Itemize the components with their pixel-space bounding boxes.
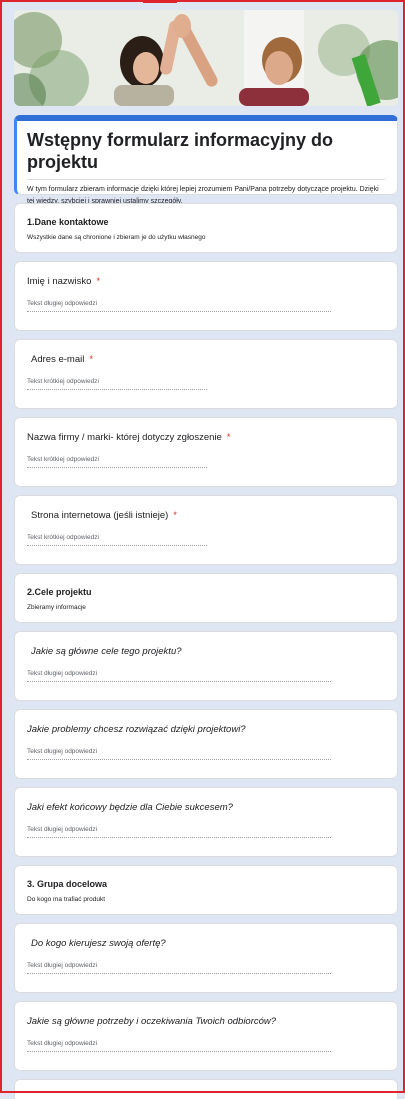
long-answer-field[interactable]: Tekst długiej odpowiedzi <box>27 961 331 974</box>
long-answer-field[interactable]: Tekst długiej odpowiedzi <box>27 747 331 760</box>
question-card-audience-needs: Jakie są główne potrzeby i oczekiwania T… <box>14 1001 398 1071</box>
question-label: Do kogo kierujesz swoją ofertę? <box>31 938 166 949</box>
required-asterisk: * <box>89 354 94 365</box>
section-title: 3. Grupa docelowa <box>27 879 108 889</box>
question-label: Nazwa firmy / marki- której dotyczy zgło… <box>27 431 385 445</box>
question-text: Strona internetowa (jeśli istnieje) <box>31 510 169 521</box>
long-answer-field[interactable]: Tekst długiej odpowiedzi <box>27 299 331 312</box>
question-label: Jaki efekt końcowy będzie dla Ciebie suk… <box>27 802 233 813</box>
required-asterisk: * <box>226 432 231 443</box>
question-label: Adres e-mail * <box>27 353 385 367</box>
section-header-goals: 2.Cele projektu Zbieramy informacje <box>14 573 398 623</box>
required-asterisk: * <box>96 276 101 287</box>
question-card-email: Adres e-mail * Tekst krótkiej odpowiedzi <box>14 339 398 409</box>
question-card-website: Strona internetowa (jeśli istnieje) * Tek… <box>14 495 398 565</box>
required-asterisk: * <box>173 510 177 521</box>
section-header-audience: 3. Grupa docelowa Do kogo ma trafiać pro… <box>14 865 398 915</box>
short-answer-field[interactable]: Tekst krótkiej odpowiedzi <box>27 533 207 546</box>
question-label: Strona internetowa (jeśli istnieje) * <box>27 509 385 523</box>
question-card-problems: Jakie problemy chcesz rozwiązać dzięki p… <box>14 709 398 779</box>
section-header-contact: 1.Dane kontaktowe Wszystkie dane są chro… <box>14 203 398 253</box>
question-text: Nazwa firmy / marki- której dotyczy zgło… <box>27 432 222 443</box>
question-text: Adres e-mail <box>31 354 85 365</box>
question-label: Jakie problemy chcesz rozwiązać dzięki p… <box>27 724 246 735</box>
form-title-card: Wstępny formularz informacyjny do projek… <box>14 115 398 213</box>
form-container: Wstępny formularz informacyjny do projek… <box>14 10 398 1099</box>
long-answer-field[interactable]: Tekst długiej odpowiedzi <box>27 669 331 682</box>
question-card-next <box>14 1079 398 1099</box>
short-answer-field[interactable]: Tekst krótkiej odpowiedzi <box>27 377 207 390</box>
section-description: Wszystkie dane są chronione i zbieram je… <box>27 234 206 241</box>
header-banner-image <box>14 10 398 106</box>
question-card-full-name: Imię i nazwisko * Tekst długiej odpowiedz… <box>14 261 398 331</box>
question-card-company: Nazwa firmy / marki- której dotyczy zgło… <box>14 417 398 487</box>
question-label: Jakie są główne potrzeby i oczekiwania T… <box>27 1016 277 1027</box>
long-answer-field[interactable]: Tekst długiej odpowiedzi <box>27 825 331 838</box>
section-description: Zbieramy informacje <box>27 604 86 611</box>
banner-photo <box>14 10 398 106</box>
question-label: Jakie są główne cele tego projektu? <box>31 646 182 657</box>
section-title: 2.Cele projektu <box>27 587 92 597</box>
scroll-indicator <box>143 0 177 3</box>
question-label: Imię i nazwisko * <box>27 275 385 289</box>
form-title: Wstępny formularz informacyjny do projek… <box>27 129 385 180</box>
section-title: 1.Dane kontaktowe <box>27 217 109 227</box>
question-card-target: Do kogo kierujesz swoją ofertę? Tekst dł… <box>14 923 398 993</box>
section-description: Do kogo ma trafiać produkt <box>27 896 106 903</box>
question-card-success: Jaki efekt końcowy będzie dla Ciebie suk… <box>14 787 398 857</box>
question-card-project-goals: Jakie są główne cele tego projektu? Teks… <box>14 631 398 701</box>
long-answer-field[interactable]: Tekst długiej odpowiedzi <box>27 1039 331 1052</box>
short-answer-field[interactable]: Tekst krótkiej odpowiedzi <box>27 455 207 468</box>
question-text: Imię i nazwisko <box>27 276 92 287</box>
